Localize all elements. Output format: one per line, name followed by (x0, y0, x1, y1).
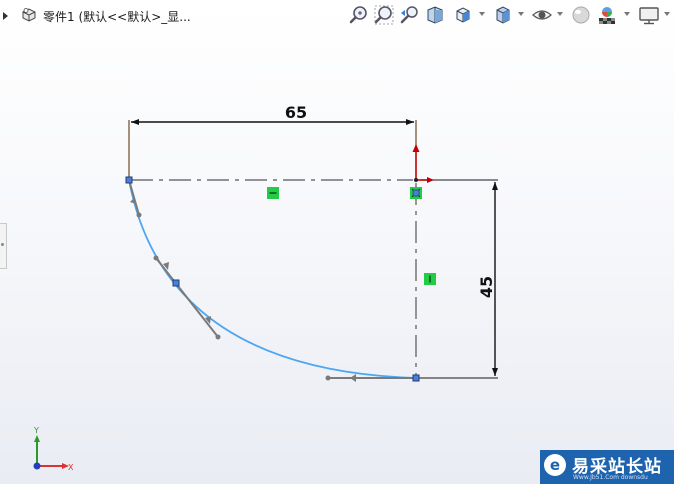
coincident-relation-badge[interactable] (410, 187, 422, 199)
triad-x-label: X (68, 463, 74, 472)
spline-handle-mid[interactable] (153, 255, 221, 340)
watermark-logo: e (544, 454, 566, 476)
triad-y-label: Y (33, 426, 39, 435)
sketch-point-end[interactable] (412, 374, 420, 382)
sketch-origin[interactable] (412, 144, 435, 183)
reference-triad: Y X (33, 426, 74, 472)
dimension-horizontal[interactable]: 65 (128, 103, 417, 179)
dimension-horizontal-value: 65 (285, 103, 307, 122)
vertical-relation-badge[interactable] (424, 273, 436, 285)
spline-handle-start[interactable] (128, 179, 142, 218)
sketch-point-mid[interactable] (172, 279, 180, 287)
sketch-canvas[interactable]: 65 45 Y X (0, 0, 674, 484)
dimension-vertical-value: 45 (477, 276, 496, 298)
watermark: e 易采站长站 Www.Jb51.Com downsdu (540, 450, 674, 484)
sketch-point-start[interactable] (125, 176, 133, 184)
watermark-url: Www.Jb51.Com downsdu (573, 474, 648, 481)
horizontal-relation-badge[interactable] (267, 187, 279, 199)
